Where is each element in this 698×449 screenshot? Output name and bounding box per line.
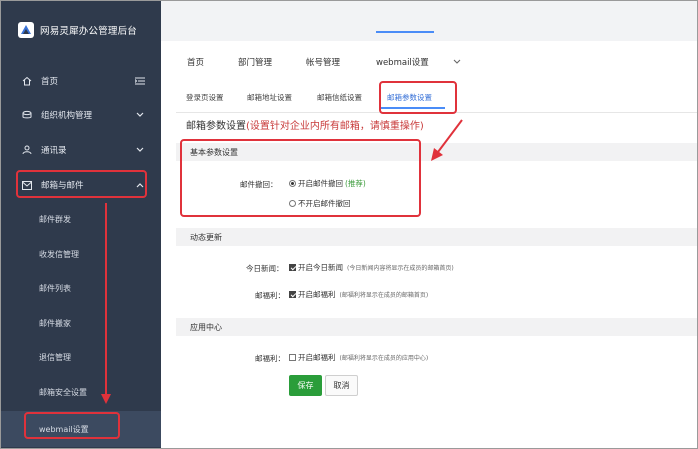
- app-welfare-hint: (邮福利将显示在成员的应用中心): [339, 355, 429, 362]
- active-subtab-indicator: [381, 107, 445, 109]
- app-title: 网易灵犀办公管理后台: [40, 26, 138, 37]
- app-welfare-checkbox[interactable]: [289, 354, 296, 361]
- save-button[interactable]: 保存: [289, 375, 322, 396]
- recall-on-option[interactable]: 开启邮件撤回 (推荐): [289, 178, 366, 189]
- sidebar: 网易灵犀办公管理后台 首页 组织机构管理 通讯录 邮箱与邮件 邮件群发 收发信管…: [1, 1, 161, 448]
- section-basic-header: 基本参数设置: [176, 143, 697, 161]
- app-welfare-option[interactable]: 开启邮福利 (邮福利将显示在成员的应用中心): [289, 352, 428, 363]
- top-header: [161, 1, 697, 41]
- sidebar-subitem-mass-mail[interactable]: 邮件群发: [1, 208, 161, 230]
- welfare-option-label: 开启邮福利: [298, 290, 336, 299]
- recall-off-option[interactable]: 不开启邮件撤回: [289, 198, 351, 209]
- news-hint: (今日新闻内容将显示在成员的邮箱首页): [347, 265, 454, 272]
- sidebar-subitem-send-receive[interactable]: 收发信管理: [1, 243, 161, 265]
- tab-webmail-settings[interactable]: webmail设置: [376, 56, 429, 68]
- section-apps-header: 应用中心: [176, 318, 697, 336]
- news-checkbox[interactable]: [289, 264, 296, 271]
- collapse-menu-icon[interactable]: [135, 76, 145, 86]
- tab-department[interactable]: 部门管理: [238, 56, 272, 68]
- brand: 网易灵犀办公管理后台: [1, 1, 161, 59]
- sidebar-item-label: 首页: [41, 77, 59, 87]
- recall-on-label: 开启邮件撤回: [298, 179, 343, 188]
- sidebar-subitem-security[interactable]: 邮箱安全设置: [1, 381, 161, 403]
- chevron-down-icon[interactable]: [453, 58, 461, 67]
- news-option[interactable]: 开启今日新闻 (今日新闻内容将显示在成员的邮箱首页): [289, 262, 454, 273]
- section-dynamic-header: 动态更新: [176, 228, 697, 246]
- section-title: 应用中心: [190, 322, 222, 332]
- page-warning-text: (设置针对企业内所有邮箱，请慎重操作): [246, 121, 424, 132]
- sidebar-item-contacts[interactable]: 通讯录: [1, 138, 161, 162]
- welfare-hint: (邮福利将显示在成员的邮箱首页): [339, 292, 429, 299]
- app-logo-icon: [18, 22, 34, 38]
- tab-account[interactable]: 帐号管理: [306, 56, 340, 68]
- active-tab-indicator: [376, 31, 434, 33]
- tab-mail-params[interactable]: 邮箱参数设置: [387, 92, 432, 103]
- sidebar-item-mail[interactable]: 邮箱与邮件: [1, 173, 161, 197]
- recall-off-label: 不开启邮件撤回: [298, 199, 351, 208]
- sidebar-item-label: 邮箱与邮件: [41, 181, 84, 191]
- section-title: 基本参数设置: [190, 147, 238, 157]
- tab-login-page[interactable]: 登录页设置: [186, 92, 224, 103]
- home-icon: [21, 75, 33, 87]
- sidebar-item-org[interactable]: 组织机构管理: [1, 103, 161, 127]
- primary-tabs: 首页 部门管理 帐号管理 webmail设置: [161, 41, 697, 81]
- news-option-label: 开启今日新闻: [298, 263, 343, 272]
- secondary-tabs: 登录页设置 邮箱地址设置 邮箱信纸设置 邮箱参数设置: [176, 83, 697, 113]
- tab-mail-stationery[interactable]: 邮箱信纸设置: [317, 92, 362, 103]
- chevron-up-icon: [135, 180, 145, 190]
- recall-on-radio[interactable]: [289, 180, 296, 187]
- welfare-option[interactable]: 开启邮福利 (邮福利将显示在成员的邮箱首页): [289, 289, 428, 300]
- sidebar-subitem-mail-migration[interactable]: 邮件搬家: [1, 312, 161, 334]
- sidebar-item-label: 组织机构管理: [41, 111, 93, 121]
- sidebar-item-label: 通讯录: [41, 146, 67, 156]
- cancel-button[interactable]: 取消: [325, 375, 358, 396]
- page-title-text: 邮箱参数设置: [186, 121, 246, 132]
- welfare-checkbox[interactable]: [289, 291, 296, 298]
- chevron-down-icon: [135, 110, 145, 120]
- news-label: 今日新闻：: [246, 264, 284, 273]
- recall-label: 邮件撤回：: [240, 180, 278, 189]
- sidebar-subitem-mail-list[interactable]: 邮件列表: [1, 277, 161, 299]
- contacts-icon: [21, 144, 33, 156]
- sidebar-item-home[interactable]: 首页: [1, 69, 161, 93]
- recommend-label: (推荐): [345, 179, 366, 188]
- sidebar-subitem-webmail[interactable]: webmail设置: [1, 411, 161, 447]
- org-icon: [21, 109, 33, 121]
- mail-icon: [21, 179, 33, 191]
- tab-mail-address[interactable]: 邮箱地址设置: [247, 92, 292, 103]
- sidebar-subitem-bounce[interactable]: 退信管理: [1, 346, 161, 368]
- tab-home[interactable]: 首页: [187, 56, 204, 68]
- app-welfare-option-label: 开启邮福利: [298, 353, 336, 362]
- app-welfare-label: 邮福利：: [255, 354, 285, 363]
- welfare-label: 邮福利：: [255, 291, 285, 300]
- page-title: 邮箱参数设置(设置针对企业内所有邮箱，请慎重操作): [186, 117, 424, 132]
- chevron-down-icon: [135, 145, 145, 155]
- section-title: 动态更新: [190, 232, 222, 242]
- recall-off-radio[interactable]: [289, 200, 296, 207]
